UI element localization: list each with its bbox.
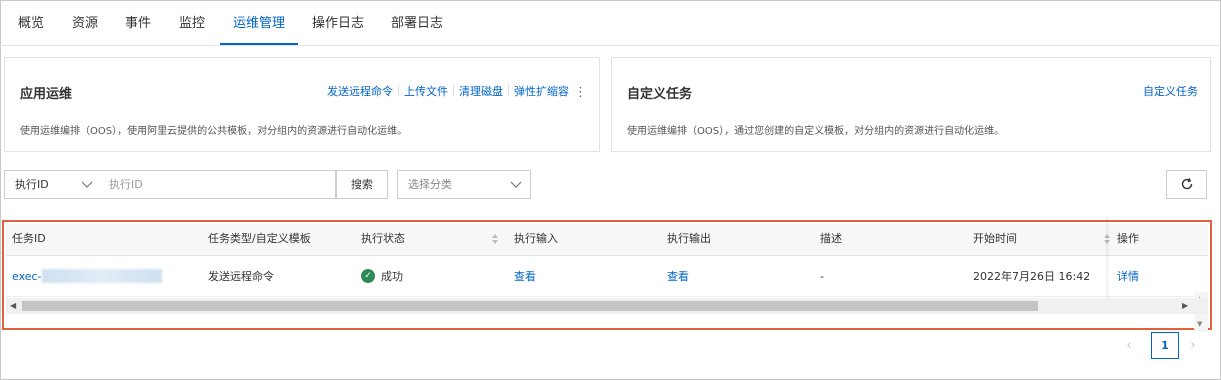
search-button[interactable]: 搜索 (336, 170, 388, 199)
column-start-time: 开始时间 (973, 232, 1017, 245)
more-vertical-icon[interactable]: ⋮ (574, 85, 587, 100)
scroll-left-icon[interactable]: ◀ (10, 301, 16, 310)
scrollbar-thumb[interactable] (22, 301, 1038, 311)
send-remote-command-link[interactable]: 发送远程命令 (327, 85, 393, 98)
status-cell: ✓ 成功 (361, 257, 403, 297)
divider (508, 85, 509, 96)
custom-task-card: 自定义任务 自定义任务 使用运维编排（OOS），通过您创建的自定义模板，对分组内… (611, 57, 1211, 152)
description-cell: - (820, 270, 824, 283)
details-link[interactable]: 详情 (1117, 257, 1139, 297)
search-input[interactable] (101, 170, 336, 199)
tab-ops-management[interactable]: 运维管理 (233, 0, 285, 46)
chevron-down-icon (510, 181, 522, 188)
custom-task-description: 使用运维编排（OOS），通过您创建的自定义模板，对分组内的资源进行自动化运维。 (627, 126, 1005, 137)
prev-page-icon[interactable]: ‹ (1116, 334, 1142, 360)
tab-overview[interactable]: 概览 (18, 0, 44, 46)
tab-monitoring[interactable]: 监控 (179, 0, 205, 46)
app-ops-title: 应用运维 (20, 87, 73, 102)
upload-file-link[interactable]: 上传文件 (404, 85, 448, 98)
next-page-icon[interactable]: › (1180, 334, 1206, 360)
elastic-scaling-link[interactable]: 弹性扩缩容 (514, 85, 569, 98)
clean-disk-link[interactable]: 清理磁盘 (459, 85, 503, 98)
column-task-type: 任务类型/自定义模板 (208, 232, 311, 245)
table-row: exec- 发送远程命令 ✓ 成功 查看 查看 - 2022年7月26日 16:4… (6, 257, 1208, 332)
divider (398, 85, 399, 96)
start-time-cell: 2022年7月26日 16:42 (973, 270, 1091, 283)
custom-task-link[interactable]: 自定义任务 (1143, 85, 1198, 98)
fixed-column-shadow (1106, 216, 1110, 298)
table-header: 任务ID 任务类型/自定义模板 执行状态 执行输入 执行输出 描述 开始时间 操… (6, 224, 1208, 256)
tab-resources[interactable]: 资源 (72, 0, 98, 46)
chevron-down-icon (81, 181, 93, 188)
view-input-link[interactable]: 查看 (514, 257, 536, 297)
scroll-right-icon[interactable]: ▶ (1182, 301, 1188, 310)
refresh-button[interactable] (1166, 170, 1207, 199)
app-ops-card: 应用运维 发送远程命令 上传文件 清理磁盘 弹性扩缩容 ⋮ 使用运维编排（OOS），使用… (4, 57, 600, 152)
app-ops-description: 使用运维编排（OOS），使用阿里云提供的公共模板，对分组内的资源进行自动化运维。 (20, 126, 408, 137)
custom-task-actions: 自定义任务 (1143, 83, 1198, 99)
page-1-button[interactable]: 1 (1151, 332, 1179, 359)
tab-events[interactable]: 事件 (125, 0, 151, 46)
scroll-down-icon[interactable]: ▼ (1197, 320, 1202, 328)
task-id-link[interactable]: exec- (12, 270, 42, 283)
category-select-value: 选择分类 (408, 178, 452, 191)
tab-bar: 概览 资源 事件 监控 运维管理 操作日志 部署日志 (0, 0, 1221, 46)
column-action: 操作 (1117, 232, 1139, 245)
app-ops-actions: 发送远程命令 上传文件 清理磁盘 弹性扩缩容 ⋮ (327, 83, 587, 100)
sort-icon[interactable] (491, 233, 499, 245)
column-task-id: 任务ID (12, 232, 46, 245)
search-field-select[interactable]: 执行ID (4, 170, 102, 199)
column-status: 执行状态 (361, 232, 405, 245)
status-text: 成功 (381, 270, 403, 283)
view-output-link[interactable]: 查看 (667, 257, 689, 297)
refresh-icon (1181, 178, 1192, 190)
task-id-cell[interactable]: exec- (12, 257, 162, 297)
tab-deploy-log[interactable]: 部署日志 (391, 0, 443, 46)
success-check-icon: ✓ (361, 269, 375, 283)
column-output: 执行输出 (667, 232, 711, 245)
horizontal-scrollbar[interactable]: ◀ ▶ (6, 298, 1208, 314)
divider (453, 85, 454, 96)
task-type-cell: 发送远程命令 (208, 270, 274, 283)
column-description: 描述 (820, 232, 842, 245)
custom-task-title: 自定义任务 (627, 87, 693, 102)
redacted-id (41, 269, 162, 283)
search-field-value: 执行ID (15, 178, 49, 191)
tab-operation-log[interactable]: 操作日志 (312, 0, 364, 46)
task-table: 任务ID 任务类型/自定义模板 执行状态 执行输入 执行输出 描述 开始时间 操… (2, 220, 1212, 332)
active-tab-indicator (220, 43, 298, 45)
category-select[interactable]: 选择分类 (397, 170, 531, 199)
column-input: 执行输入 (514, 232, 558, 245)
